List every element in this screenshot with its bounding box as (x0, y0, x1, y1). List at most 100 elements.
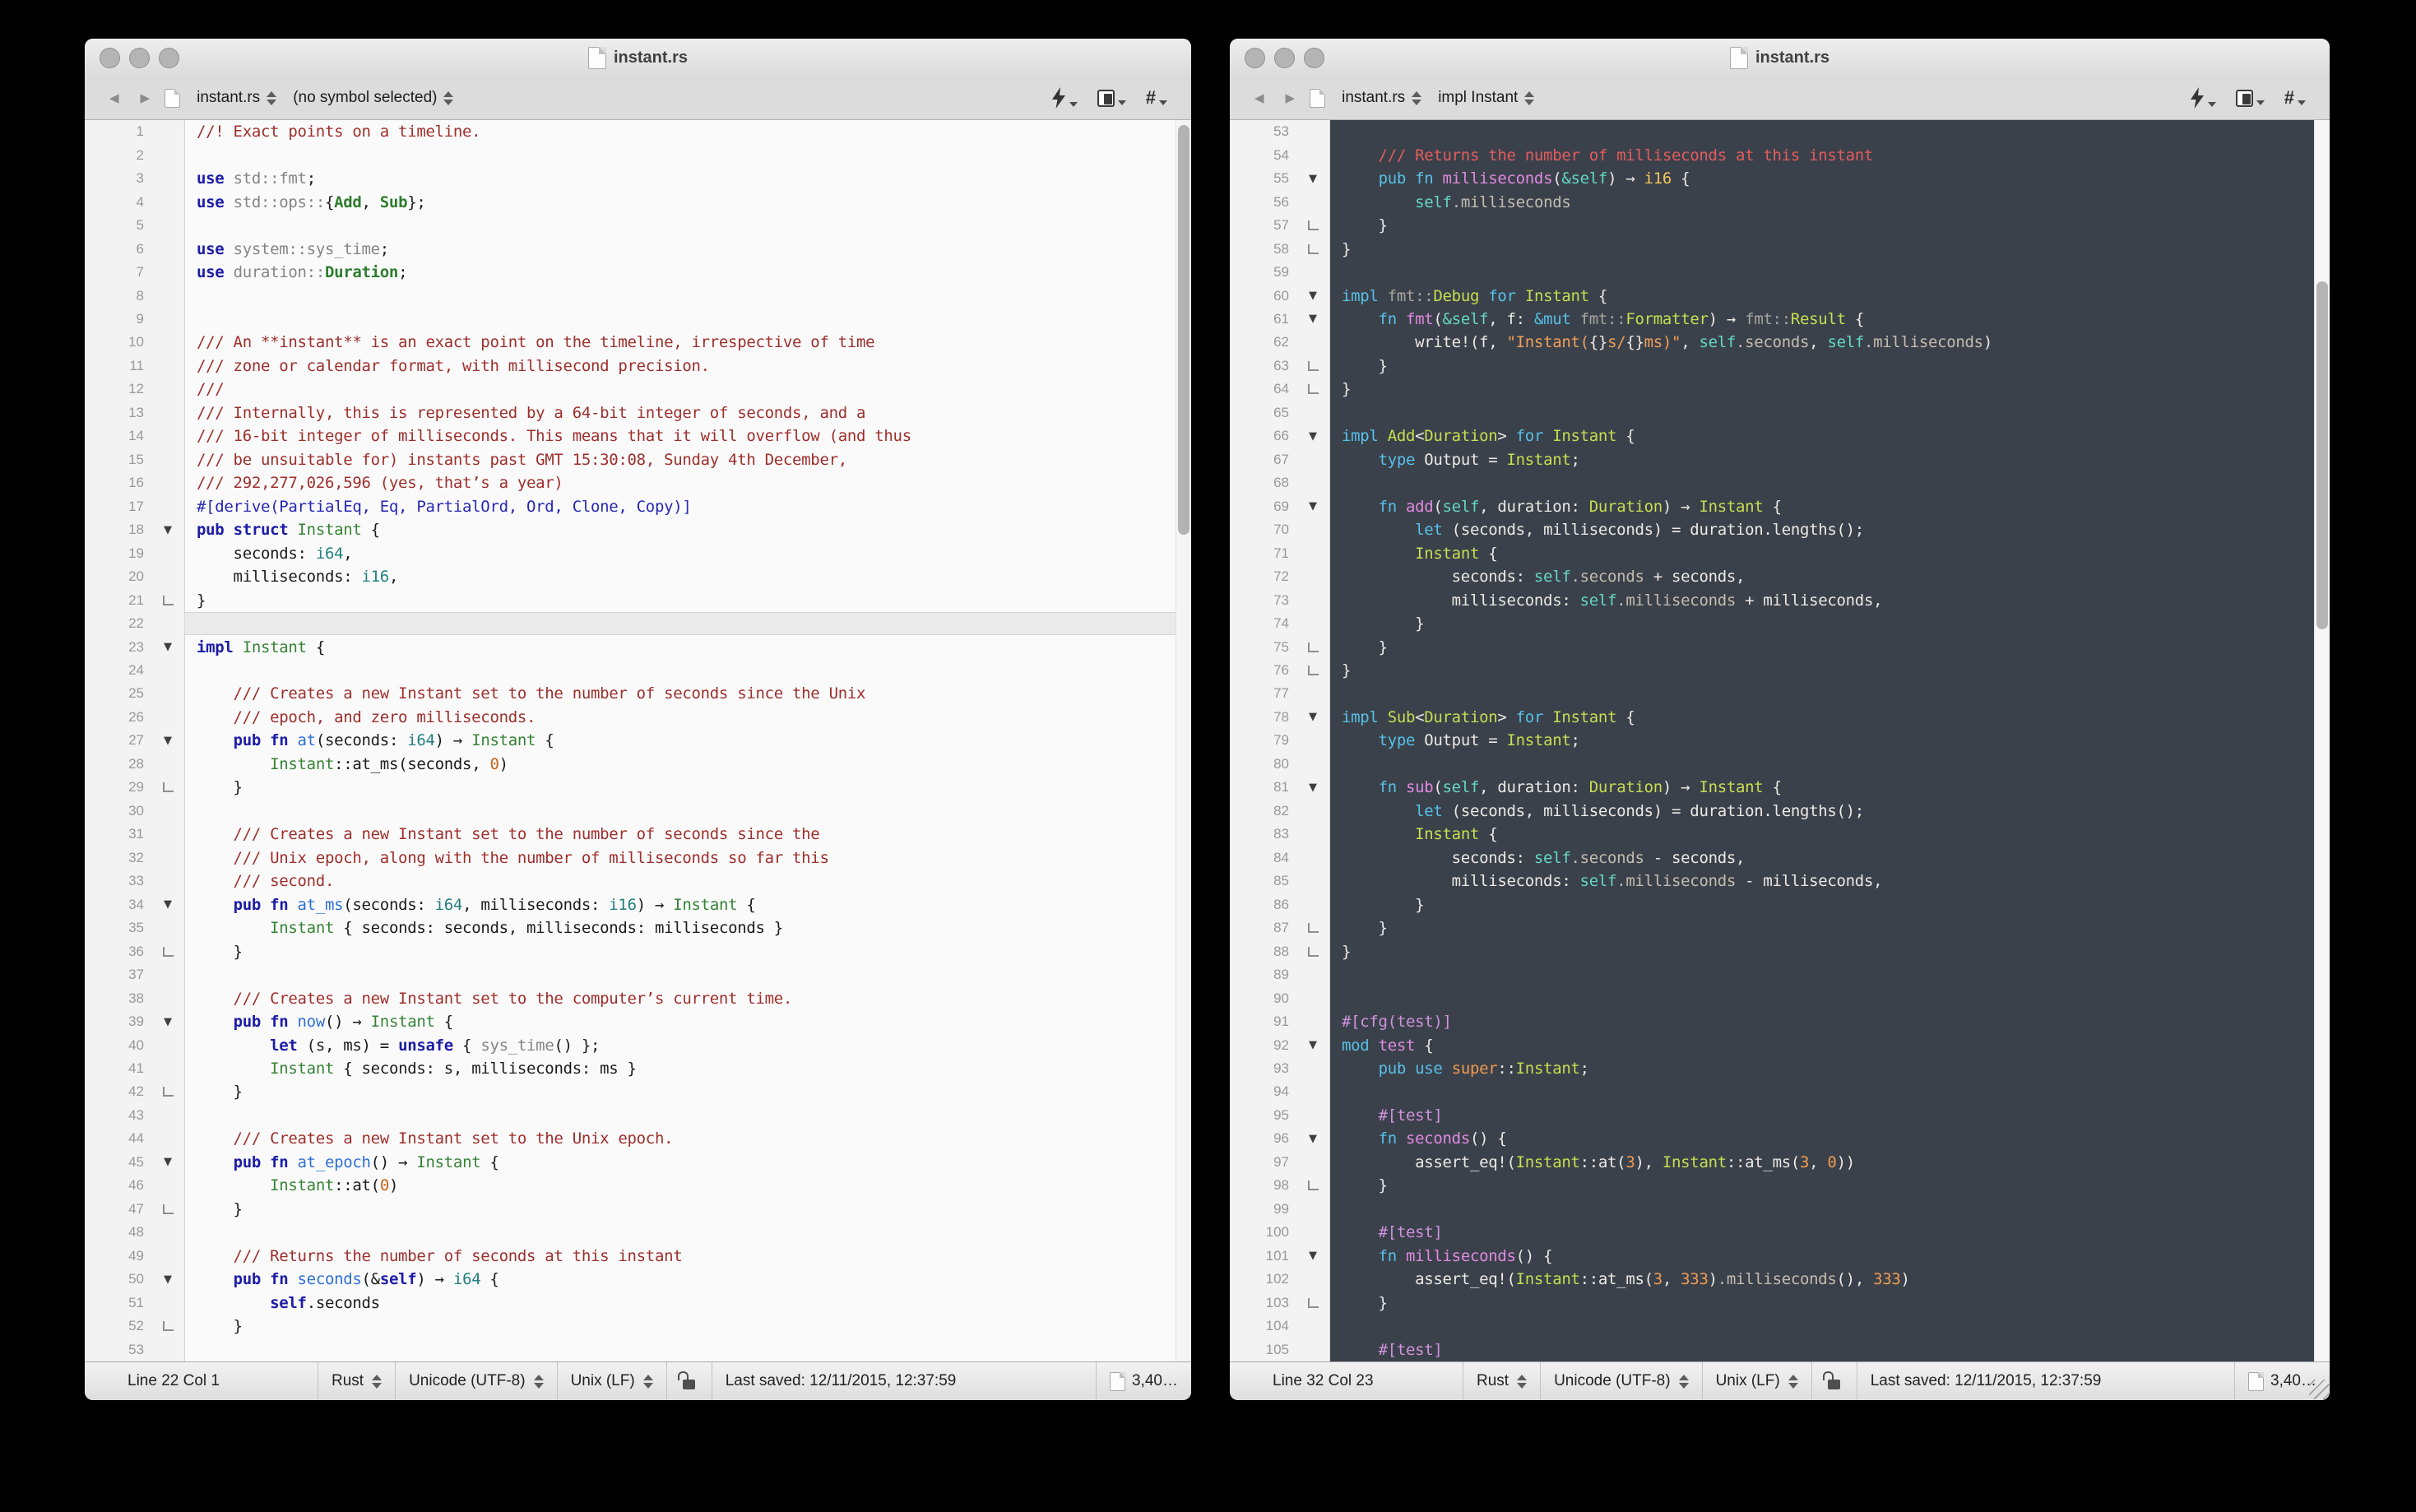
line-text[interactable]: let (seconds, milliseconds) = duration.l… (1330, 518, 2330, 541)
line-text[interactable]: Instant { seconds: seconds, milliseconds… (185, 916, 1191, 939)
code-line[interactable]: 34▼ pub fn at_ms(seconds: i64, milliseco… (85, 893, 1191, 916)
fold-arrow-icon[interactable]: ▼ (1309, 500, 1317, 513)
code-line[interactable]: 33 /// second. (85, 870, 1191, 893)
line-text[interactable]: pub fn at(seconds: i64) → Instant { (185, 729, 1191, 752)
line-text[interactable]: assert_eq!(Instant::at_ms(3, 333).millis… (1330, 1268, 2330, 1291)
line-text[interactable]: pub fn at_epoch() → Instant { (185, 1151, 1191, 1174)
line-text[interactable]: /// Creates a new Instant set to the num… (185, 682, 1191, 705)
code-line[interactable]: 62 write!(f, "Instant({}s/{}ms)", self.s… (1230, 331, 2330, 354)
close-button[interactable] (1245, 48, 1265, 68)
fold-arrow-icon[interactable]: ▼ (164, 898, 172, 911)
code-line[interactable]: 21} (85, 588, 1191, 611)
code-line[interactable]: 78▼impl Sub<Duration> for Instant { (1230, 706, 2330, 729)
line-endings-popup[interactable]: Unix (LF) (558, 1362, 667, 1400)
code-line[interactable]: 48 (85, 1221, 1191, 1244)
code-line[interactable]: 9 (85, 308, 1191, 331)
code-line[interactable]: 5 (85, 214, 1191, 237)
code-line[interactable]: 28 Instant::at_ms(seconds, 0) (85, 753, 1191, 776)
zoom-button[interactable] (159, 48, 179, 68)
line-text[interactable] (185, 659, 1191, 682)
code-line[interactable]: 12/// (85, 378, 1191, 401)
fold-end-icon[interactable] (163, 1087, 174, 1097)
code-line[interactable]: 6use system::sys_time; (85, 237, 1191, 260)
code-line[interactable]: 83 Instant { (1230, 823, 2330, 846)
language-popup[interactable]: Rust (1463, 1362, 1541, 1400)
code-line[interactable]: 57 } (1230, 214, 2330, 237)
code-line[interactable]: 68 (1230, 471, 2330, 494)
line-text[interactable]: #[test] (1330, 1221, 2330, 1244)
line-text[interactable]: /// zone or calendar format, with millis… (185, 355, 1191, 378)
line-text[interactable] (1330, 986, 2330, 1009)
code-line[interactable]: 19 seconds: i64, (85, 541, 1191, 564)
code-line[interactable]: 67 type Output = Instant; (1230, 448, 2330, 471)
line-text[interactable]: milliseconds: self.milliseconds - millis… (1330, 870, 2330, 893)
forward-button[interactable]: ▶ (1279, 90, 1302, 105)
fold-end-icon[interactable] (1308, 1180, 1319, 1190)
line-text[interactable]: fn fmt(&self, f: &mut fmt::Formatter) → … (1330, 308, 2330, 331)
code-line[interactable]: 31 /// Creates a new Instant set to the … (85, 823, 1191, 846)
title-bar[interactable]: instant.rs (1230, 39, 2330, 77)
line-text[interactable]: pub fn at_ms(seconds: i64, milliseconds:… (185, 893, 1191, 916)
line-text[interactable]: fn seconds() { (1330, 1127, 2330, 1150)
line-text[interactable] (1330, 963, 2330, 986)
fold-end-icon[interactable] (1308, 384, 1319, 394)
line-text[interactable]: seconds: self.seconds + seconds, (1330, 565, 2330, 588)
line-text[interactable] (185, 284, 1191, 307)
current-line-text[interactable] (185, 612, 1191, 635)
code-line[interactable]: 105 #[test] (1230, 1338, 2330, 1361)
code-line[interactable]: 37 (85, 963, 1191, 986)
code-line[interactable]: 23▼impl Instant { (85, 635, 1191, 658)
line-text[interactable]: self.seconds (185, 1291, 1191, 1314)
line-text[interactable]: } (1330, 237, 2330, 260)
scrollbar-thumb[interactable] (2316, 281, 2328, 629)
line-text[interactable] (1330, 471, 2330, 494)
line-text[interactable]: /// be unsuitable for) instants past GMT… (185, 448, 1191, 471)
bundle-actions-button[interactable] (2184, 87, 2222, 109)
lock-toggle[interactable] (667, 1362, 712, 1400)
code-line[interactable]: 52 } (85, 1315, 1191, 1338)
code-line[interactable]: 77 (1230, 682, 2330, 705)
line-text[interactable]: use duration::Duration; (185, 261, 1191, 284)
fold-end-icon[interactable] (1308, 642, 1319, 652)
line-text[interactable]: pub use super::Instant; (1330, 1057, 2330, 1080)
line-text[interactable] (185, 1338, 1191, 1361)
code-line[interactable]: 88} (1230, 939, 2330, 962)
line-text[interactable]: #[test] (1330, 1104, 2330, 1127)
file-popup[interactable]: instant.rs (1342, 89, 1421, 107)
line-text[interactable]: } (1330, 612, 2330, 635)
code-line[interactable]: 27▼ pub fn at(seconds: i64) → Instant { (85, 729, 1191, 752)
fold-arrow-icon[interactable]: ▼ (164, 524, 172, 536)
fold-end-icon[interactable] (1308, 244, 1319, 254)
fold-arrow-icon[interactable]: ▼ (1309, 711, 1317, 723)
line-text[interactable] (185, 308, 1191, 331)
resize-grip[interactable] (2309, 1380, 2329, 1399)
code-line[interactable]: 60▼impl fmt::Debug for Instant { (1230, 284, 2330, 307)
code-pane[interactable]: 5354 /// Returns the number of milliseco… (1230, 120, 2330, 1361)
code-line[interactable]: 65 (1230, 401, 2330, 424)
line-text[interactable]: } (185, 1315, 1191, 1338)
forward-button[interactable]: ▶ (134, 90, 157, 105)
code-line[interactable]: 40 let (s, ms) = unsafe { sys_time() }; (85, 1033, 1191, 1056)
code-line[interactable]: 20 milliseconds: i16, (85, 565, 1191, 588)
code-line[interactable]: 56 self.milliseconds (1230, 190, 2330, 213)
line-text[interactable]: } (1330, 916, 2330, 939)
line-text[interactable]: impl Add<Duration> for Instant { (1330, 424, 2330, 448)
layout-button[interactable] (2230, 90, 2270, 107)
bookmarks-button[interactable]: # (2279, 89, 2312, 107)
code-line[interactable]: 51 self.seconds (85, 1291, 1191, 1314)
line-text[interactable]: //! Exact points on a timeline. (185, 120, 1191, 143)
line-endings-popup[interactable]: Unix (LF) (1703, 1362, 1812, 1400)
back-button[interactable]: ◀ (103, 90, 126, 105)
code-line[interactable]: 70 let (seconds, milliseconds) = duratio… (1230, 518, 2330, 541)
line-text[interactable] (185, 963, 1191, 986)
fold-arrow-icon[interactable]: ▼ (1309, 1250, 1317, 1262)
line-text[interactable]: fn sub(self, duration: Duration) → Insta… (1330, 776, 2330, 799)
fold-arrow-icon[interactable]: ▼ (164, 735, 172, 747)
code-line[interactable]: 44 /// Creates a new Instant set to the … (85, 1127, 1191, 1150)
line-text[interactable]: type Output = Instant; (1330, 448, 2330, 471)
line-text[interactable]: } (1330, 635, 2330, 658)
line-text[interactable] (1330, 682, 2330, 705)
code-line[interactable]: 42 } (85, 1080, 1191, 1103)
scrollbar-thumb[interactable] (1178, 125, 1189, 535)
line-text[interactable]: /// (185, 378, 1191, 401)
